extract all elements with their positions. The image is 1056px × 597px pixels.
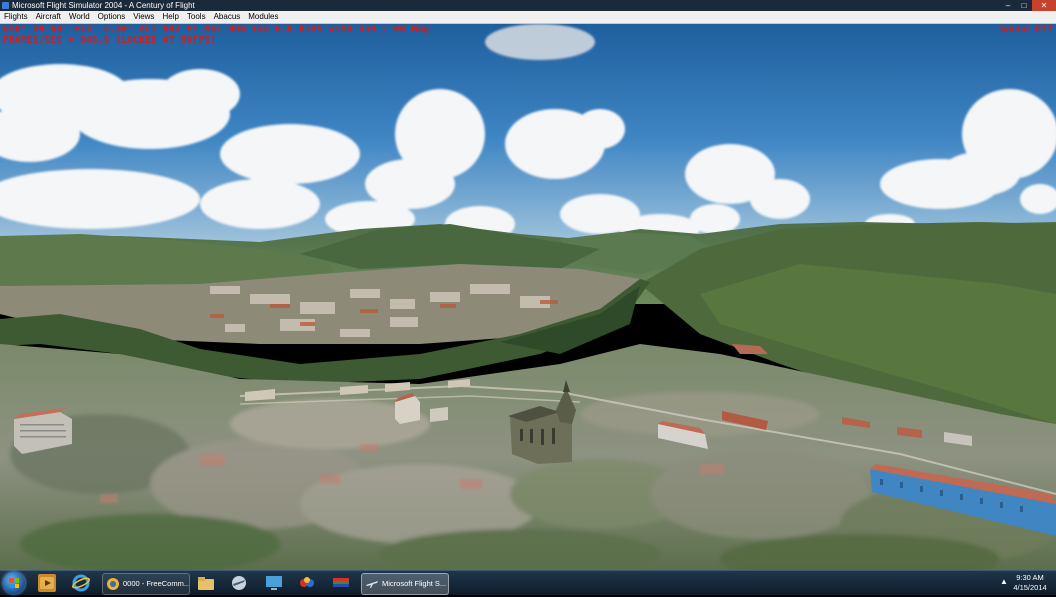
menu-modules[interactable]: Modules bbox=[244, 11, 282, 23]
menu-abacus[interactable]: Abacus bbox=[210, 11, 245, 23]
menu-aircraft[interactable]: Aircraft bbox=[32, 11, 65, 23]
taskbar: 0000 - FreeComm... Microsoft Flight S...… bbox=[0, 570, 1056, 595]
start-button[interactable] bbox=[3, 572, 25, 594]
system-clock[interactable]: 9:30 AM 4/15/2014 bbox=[1010, 573, 1050, 593]
sim-viewport[interactable]: N50° 39.68' E14° 2.30' ALT 992 FT MSL HD… bbox=[0, 24, 1056, 570]
clock-time: 9:30 AM bbox=[1016, 573, 1044, 582]
hud-position-readout: N50° 39.68' E14° 2.30' ALT 992 FT MSL HD… bbox=[3, 24, 430, 35]
close-button[interactable]: ✕ bbox=[1032, 0, 1056, 11]
windows-logo-icon bbox=[9, 578, 19, 588]
maximize-button[interactable]: □ bbox=[1016, 0, 1032, 11]
hud-framerate-readout: FRAMES/SEC = 049.9 (LOCKED AT 50FPS) bbox=[3, 35, 217, 46]
flag-app-icon[interactable] bbox=[332, 574, 350, 592]
tray-expand-icon[interactable]: ▲ bbox=[1000, 577, 1008, 586]
menu-flights[interactable]: Flights bbox=[0, 11, 32, 23]
menu-world[interactable]: World bbox=[65, 11, 94, 23]
menu-bar: Flights Aircraft World Options Views Hel… bbox=[0, 11, 1056, 24]
flight-app-icon[interactable] bbox=[230, 574, 248, 592]
taskbar-task-flight-simulator[interactable]: Microsoft Flight S... bbox=[361, 573, 449, 595]
sound-status: Sound Off bbox=[999, 24, 1053, 35]
menu-tools[interactable]: Tools bbox=[183, 11, 210, 23]
menu-options[interactable]: Options bbox=[94, 11, 130, 23]
menu-views[interactable]: Views bbox=[129, 11, 158, 23]
menu-help[interactable]: Help bbox=[158, 11, 182, 23]
title-bar: Microsoft Flight Simulator 2004 - A Cent… bbox=[0, 0, 1056, 11]
window-controls: – □ ✕ bbox=[1000, 0, 1056, 11]
freecomm-icon bbox=[107, 578, 119, 590]
window-title: Microsoft Flight Simulator 2004 - A Cent… bbox=[12, 1, 195, 10]
remote-desktop-icon[interactable] bbox=[265, 574, 283, 592]
file-explorer-icon[interactable] bbox=[197, 574, 215, 592]
taskbar-task-label: 0000 - FreeComm... bbox=[123, 579, 190, 588]
taskbar-task-label: Microsoft Flight S... bbox=[382, 579, 447, 588]
paint-icon[interactable] bbox=[298, 574, 316, 592]
airplane-icon bbox=[366, 581, 378, 588]
internet-explorer-icon[interactable] bbox=[71, 574, 91, 592]
taskbar-task-freecomm[interactable]: 0000 - FreeComm... bbox=[102, 573, 190, 595]
minimize-button[interactable]: – bbox=[1000, 0, 1016, 11]
app-icon bbox=[2, 2, 9, 9]
scenery-view bbox=[0, 24, 1056, 570]
clock-date: 4/15/2014 bbox=[1013, 583, 1047, 592]
media-player-icon[interactable] bbox=[38, 574, 56, 592]
